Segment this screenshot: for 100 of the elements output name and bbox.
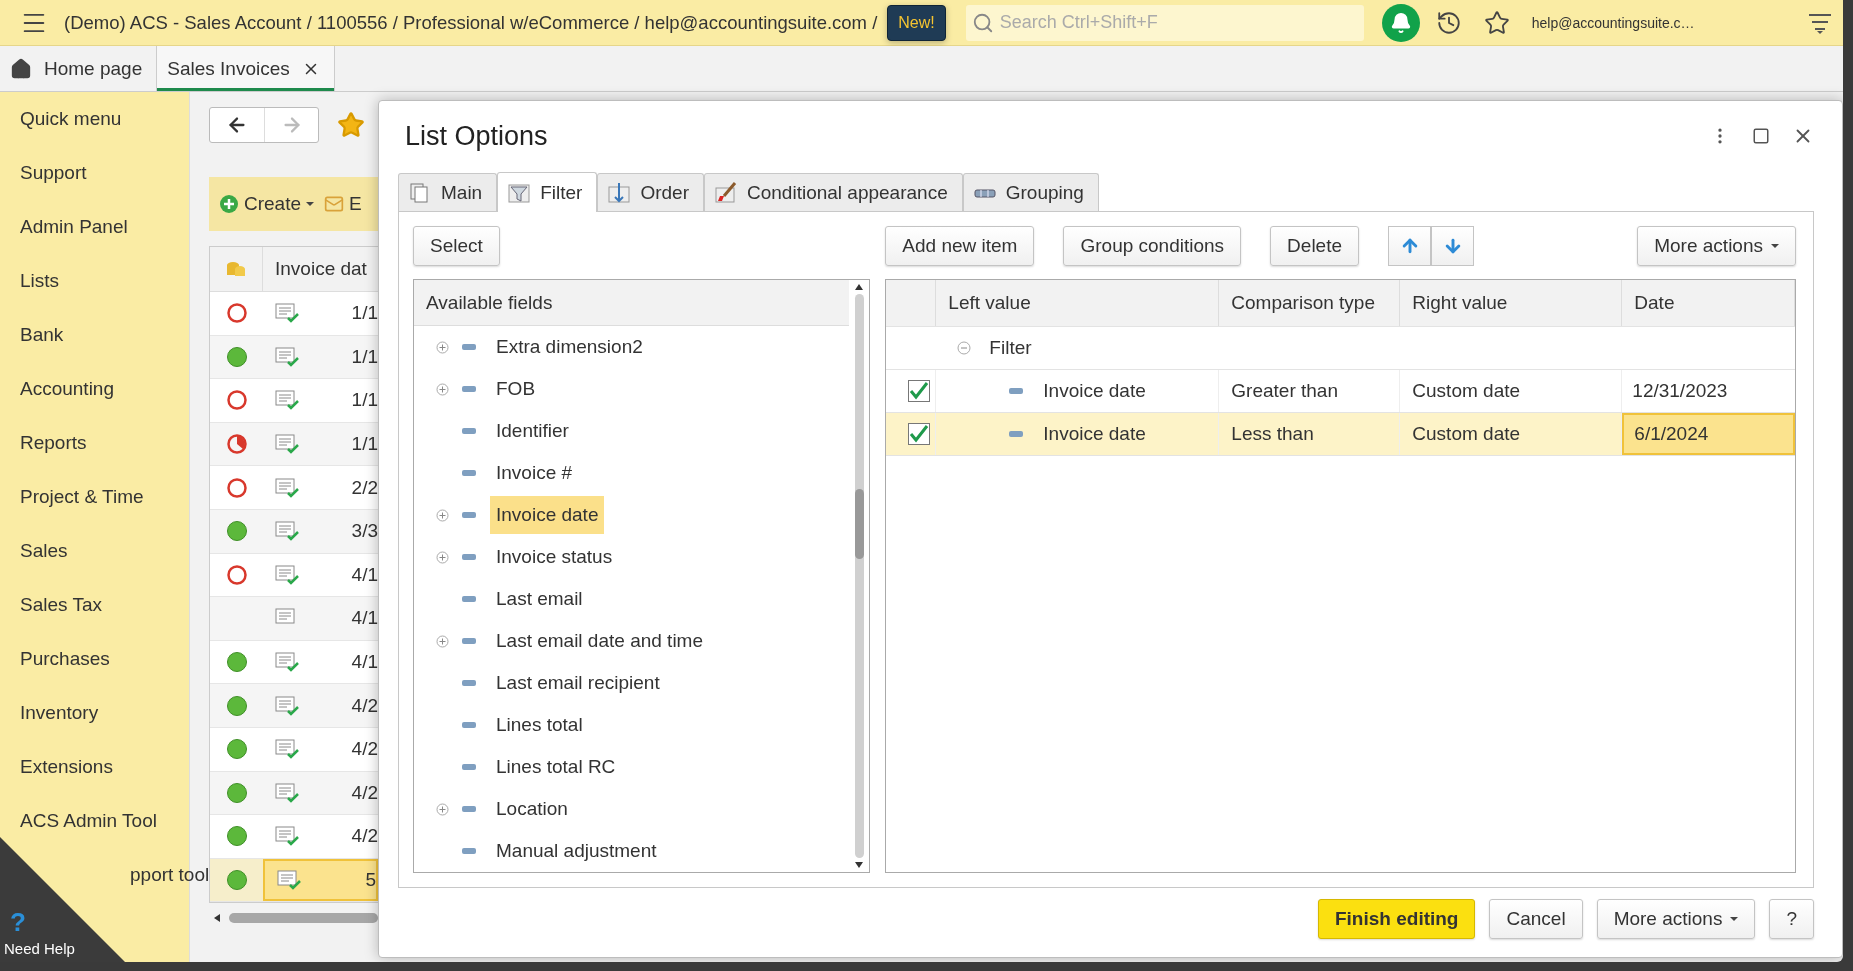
sidebar-item[interactable]: Sales Tax [20,594,103,616]
status-dot-icon [225,694,248,717]
field-item[interactable]: Identifier [490,412,575,450]
expand-plus-icon[interactable] [435,382,449,396]
dialog-tab[interactable]: Main [398,173,498,211]
star-icon[interactable] [1483,9,1510,36]
sidebar-item[interactable]: Quick menu [20,108,122,130]
table-cell: Custom date [1412,380,1521,402]
sidebar-item[interactable]: Inventory [20,702,99,724]
column-header[interactable]: Right value [1400,280,1623,326]
page-tab[interactable]: Sales Invoices [157,46,335,91]
status-dot-icon [225,651,248,674]
field-icon [462,596,476,602]
sidebar-item[interactable]: pport tool [130,864,210,886]
scroll-left-icon[interactable] [214,914,220,923]
need-help-corner[interactable] [0,837,125,962]
field-item[interactable]: Last email [490,580,589,618]
invoice-row[interactable]: 4/2 [210,684,378,728]
maximize-icon[interactable] [1752,127,1770,145]
sidebar-item[interactable]: Sales [20,540,68,562]
date-cell: 1/1 [351,302,378,325]
field-item[interactable]: Last email recipient [490,664,666,702]
column-header[interactable]: Left value [936,280,1220,326]
sidebar-item[interactable]: Reports [20,432,87,454]
date-cell: 1/1 [351,433,378,456]
filter-row[interactable]: Invoice date Greater than Custom date 12/31/2023 [886,370,1795,413]
expand-plus-icon[interactable] [435,340,449,354]
sidebar-item[interactable]: Project & Time [20,486,144,508]
scroll-down-icon[interactable] [855,862,864,868]
expand-plus-icon[interactable] [435,634,449,648]
sidebar-item[interactable]: Support [20,162,87,184]
dialog-tab[interactable]: Order [597,173,704,211]
more-actions-button[interactable]: More actions [1637,226,1796,266]
sidebar-item[interactable]: ACS Admin Tool [20,810,157,832]
scrollbar-thumb[interactable] [854,489,864,559]
sidebar-item[interactable]: Extensions [20,756,113,778]
field-item[interactable]: Invoice # [490,454,579,492]
create-button[interactable]: Create [219,193,315,215]
status-dot-icon [225,520,248,543]
star-icon[interactable] [337,111,365,139]
need-help-label[interactable]: Need Help [4,941,75,957]
field-item[interactable]: Lines total [490,706,589,744]
date-cell: 2/2 [351,476,378,499]
search-field[interactable]: Search Ctrl+Shift+F [965,4,1364,41]
checkbox[interactable] [908,423,931,445]
field-item[interactable]: Location [490,790,574,828]
date-cell: 4/2 [351,825,378,848]
field-item[interactable]: Lines total RC [490,748,622,786]
field-item[interactable]: Invoice date [490,496,605,534]
toolbar-button[interactable]: Group conditions [1063,226,1242,266]
sidebar-item[interactable]: Bank [20,324,64,346]
field-item[interactable]: Manual adjustment [490,832,663,870]
table-cell: Greater than [1231,380,1338,402]
expand-plus-icon[interactable] [435,550,449,564]
more-actions-button[interactable]: More actions [1596,898,1756,939]
invoice-row[interactable]: 4/1 [210,597,378,641]
invoice-row[interactable]: 5 [210,858,378,903]
invoice-row[interactable]: 1/1 [210,335,378,380]
date-field[interactable]: 6/1/2024 [1622,413,1795,455]
date-cell: 4/1 [351,563,378,586]
scrollbar-thumb[interactable] [229,913,378,924]
invoice-row[interactable]: 3/3 [210,509,378,554]
finish-editing-button[interactable]: Finish editing [1318,898,1476,939]
table-cell: Less than [1231,423,1314,445]
expand-plus-icon[interactable] [435,802,449,816]
dialog-button[interactable]: Cancel [1489,898,1583,939]
move-down-button[interactable] [1431,226,1475,266]
invoice-row[interactable]: 4/2 [210,771,378,816]
date-cell: 4/2 [351,694,378,717]
search-input[interactable]: Search Ctrl+Shift+F [997,11,1358,34]
select-button[interactable]: Select [413,226,500,266]
dialog-tab[interactable]: Conditional appearance [704,173,963,211]
sidebar-item[interactable]: Admin Panel [20,216,128,238]
new-badge[interactable]: New! [887,4,946,41]
user-email[interactable]: help@accountingsuite.c… [1531,14,1695,31]
filter-row[interactable]: Invoice date Less than Custom date 6/1/2024 [886,413,1795,456]
column-header[interactable]: Date [1622,280,1795,326]
date-field[interactable]: 12/31/2023 [1622,370,1795,412]
column-header[interactable]: Comparison type [1219,280,1401,326]
expand-plus-icon[interactable] [435,508,449,522]
dialog-tab[interactable]: Grouping [962,173,1099,211]
sidebar-item[interactable]: Accounting [20,378,114,400]
status-ring-icon [225,563,248,586]
toolbar-button[interactable]: Add new item [885,226,1035,266]
field-item[interactable]: Extra dimension2 [490,328,649,366]
dialog-tab[interactable]: Filter [497,172,598,212]
dialog-button[interactable]: ? [1769,898,1814,939]
notifications-button[interactable] [1381,3,1420,42]
invoice-row[interactable]: 1/1 [210,422,378,467]
sidebar-item[interactable]: Purchases [20,648,110,670]
field-item[interactable]: FOB [490,370,542,408]
field-item[interactable]: Last email date and time [490,622,709,660]
toolbar-button[interactable]: Delete [1270,226,1360,266]
field-item[interactable]: Invoice status [490,538,619,576]
move-up-button[interactable] [1388,226,1432,266]
date-cell: 1/1 [351,345,378,368]
checkbox[interactable] [908,380,931,402]
sidebar-item[interactable]: Lists [20,270,60,292]
history-icon[interactable] [1435,9,1462,36]
email-button[interactable]: E [324,193,362,215]
